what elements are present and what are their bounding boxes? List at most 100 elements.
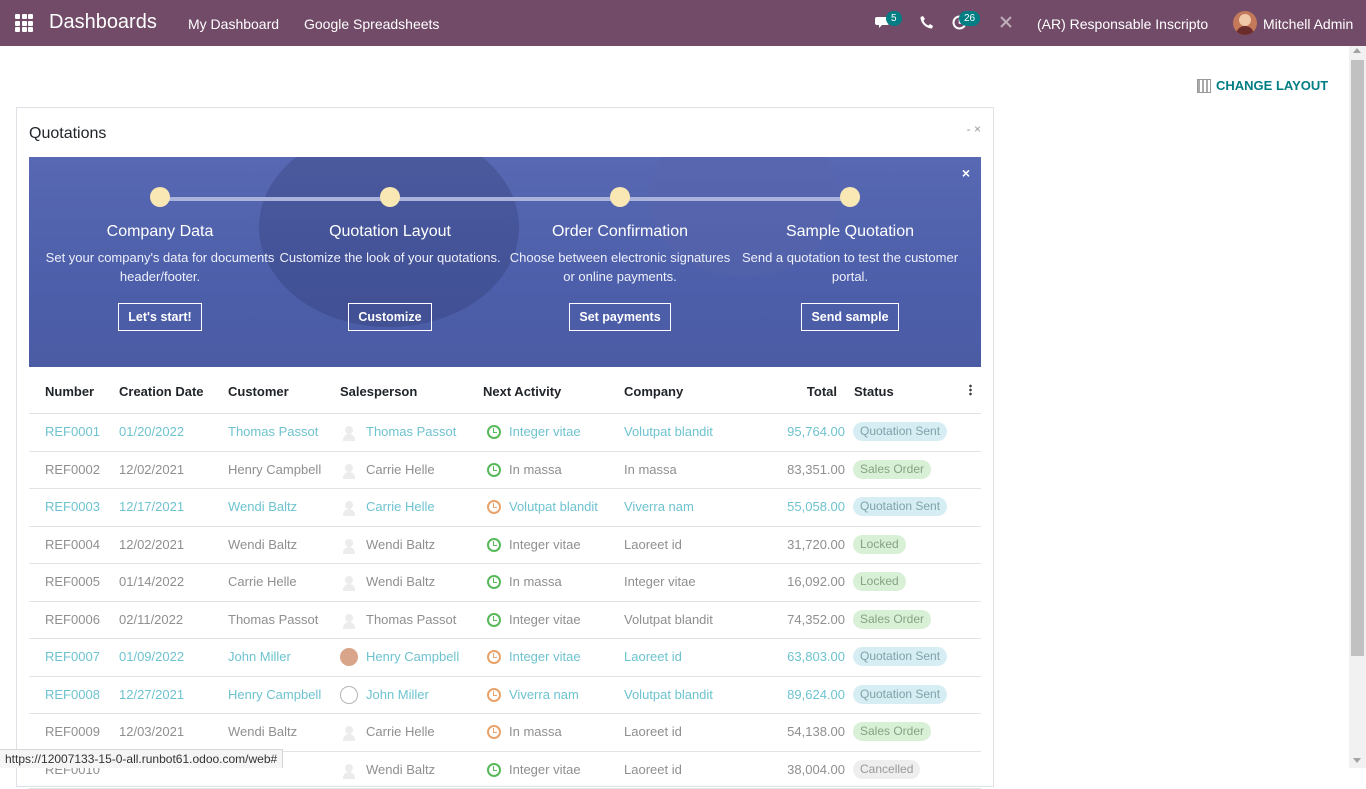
cell-total[interactable]: 54,138.00: [787, 724, 845, 739]
user-menu[interactable]: Mitchell Admin: [1263, 16, 1353, 32]
column-next-activity[interactable]: Next Activity: [483, 384, 561, 399]
set-payments-button[interactable]: Set payments: [569, 303, 670, 331]
app-title[interactable]: Dashboards: [49, 11, 157, 34]
activity-clock-icon[interactable]: [487, 500, 501, 514]
cell-creation-date[interactable]: 01/20/2022: [119, 424, 184, 439]
cell-creation-date[interactable]: 01/09/2022: [119, 649, 184, 664]
cell-number[interactable]: REF0007: [45, 649, 100, 664]
table-row[interactable]: REF0003 12/17/2021 Wendi Baltz Carrie Helle…: [29, 489, 981, 527]
activity-clock-icon[interactable]: [487, 725, 501, 739]
activity-clock-icon[interactable]: [487, 613, 501, 627]
table-row[interactable]: REF000912/03/2021Wendi BaltzCarrie Helle…: [29, 714, 981, 752]
table-row[interactable]: REF0006 02/11/2022 Thomas Passot Thomas Pas…: [29, 602, 981, 640]
panel-title[interactable]: Quotations: [29, 125, 106, 143]
activity-clock-icon[interactable]: [487, 763, 501, 777]
cell-creation-date[interactable]: 12/02/2021: [119, 537, 184, 552]
cell-salesperson[interactable]: Carrie Helle: [366, 499, 435, 514]
cell-company[interactable]: Volutpat blandit: [624, 687, 713, 702]
column-salesperson[interactable]: Salesperson: [340, 384, 417, 399]
cell-total[interactable]: 83,351.00: [787, 462, 845, 477]
cell-number[interactable]: REF0004: [45, 537, 100, 552]
optional-columns-icon[interactable]: [969, 384, 972, 396]
table-row[interactable]: REF0008 12/27/2021 Henry Campbell John Mill…: [29, 677, 981, 715]
cell-customer[interactable]: Wendi Baltz: [228, 724, 297, 739]
step-title[interactable]: Sample Quotation: [735, 223, 965, 241]
column-creation-date[interactable]: Creation Date: [119, 384, 204, 399]
cell-creation-date[interactable]: 01/14/2022: [119, 574, 184, 589]
cell-customer[interactable]: Henry Campbell: [228, 687, 321, 702]
cell-next-activity[interactable]: In massa: [509, 724, 562, 739]
step-title[interactable]: Order Confirmation: [505, 223, 735, 241]
cell-customer[interactable]: Thomas Passot: [228, 612, 318, 627]
cell-total[interactable]: 16,092.00: [787, 574, 845, 589]
user-avatar[interactable]: [1233, 11, 1257, 35]
cell-number[interactable]: REF0003: [45, 499, 100, 514]
lets-start-button[interactable]: Let's start!: [118, 303, 201, 331]
cell-creation-date[interactable]: 12/17/2021: [119, 499, 184, 514]
cell-total[interactable]: 89,624.00: [787, 687, 845, 702]
activity-clock-icon[interactable]: [487, 575, 501, 589]
cell-salesperson[interactable]: John Miller: [366, 687, 429, 702]
scroll-down-arrow-icon[interactable]: [1353, 758, 1361, 763]
cell-total[interactable]: 74,352.00: [787, 612, 845, 627]
cell-company[interactable]: Volutpat blandit: [624, 612, 713, 627]
cell-salesperson[interactable]: Thomas Passot: [366, 612, 456, 627]
send-sample-button[interactable]: Send sample: [801, 303, 898, 331]
cell-salesperson[interactable]: Wendi Baltz: [366, 762, 435, 777]
phone-icon[interactable]: [920, 15, 934, 32]
banner-close-icon[interactable]: ×: [962, 165, 970, 181]
activity-clock-icon[interactable]: [487, 538, 501, 552]
column-total[interactable]: Total: [807, 384, 837, 399]
cell-company[interactable]: Viverra nam: [624, 499, 694, 514]
apps-menu-icon[interactable]: [15, 14, 33, 32]
cell-customer[interactable]: John Miller: [228, 649, 291, 664]
cell-salesperson[interactable]: Wendi Baltz: [366, 537, 435, 552]
menu-google-spreadsheets[interactable]: Google Spreadsheets: [304, 16, 439, 32]
cell-salesperson[interactable]: Henry Campbell: [366, 649, 459, 664]
cell-salesperson[interactable]: Thomas Passot: [366, 424, 456, 439]
cell-company[interactable]: In massa: [624, 462, 677, 477]
cell-company[interactable]: Laoreet id: [624, 762, 682, 777]
cell-next-activity[interactable]: In massa: [509, 574, 562, 589]
change-layout-button[interactable]: CHANGE LAYOUT: [1197, 78, 1328, 93]
scroll-up-arrow-icon[interactable]: [1353, 48, 1361, 53]
cell-company[interactable]: Integer vitae: [624, 574, 696, 589]
cell-total[interactable]: 63,803.00: [787, 649, 845, 664]
table-row[interactable]: REF0005 01/14/2022 Carrie Helle Wendi Baltz…: [29, 564, 981, 602]
column-customer[interactable]: Customer: [228, 384, 289, 399]
cell-next-activity[interactable]: Integer vitae: [509, 612, 581, 627]
cell-next-activity[interactable]: Integer vitae: [509, 537, 581, 552]
cell-creation-date[interactable]: 02/11/2022: [119, 612, 183, 627]
cell-number[interactable]: REF0005: [45, 574, 100, 589]
cell-number[interactable]: REF0001: [45, 424, 100, 439]
table-row[interactable]: REF000212/02/2021Henry CampbellCarrie He…: [29, 452, 981, 490]
step-title[interactable]: Quotation Layout: [275, 223, 505, 241]
cell-salesperson[interactable]: Carrie Helle: [366, 724, 435, 739]
activity-clock-icon[interactable]: [487, 425, 501, 439]
cell-salesperson[interactable]: Wendi Baltz: [366, 574, 435, 589]
cell-number[interactable]: REF0008: [45, 687, 100, 702]
debug-tools-icon[interactable]: [999, 15, 1013, 32]
column-status[interactable]: Status: [854, 384, 894, 399]
activity-clock-icon[interactable]: [487, 688, 501, 702]
cell-number[interactable]: REF0006: [45, 612, 100, 627]
menu-my-dashboard[interactable]: My Dashboard: [188, 16, 279, 32]
cell-company[interactable]: Volutpat blandit: [624, 424, 713, 439]
cell-creation-date[interactable]: 12/02/2021: [119, 462, 184, 477]
cell-creation-date[interactable]: 12/27/2021: [119, 687, 184, 702]
cell-salesperson[interactable]: Carrie Helle: [366, 462, 435, 477]
cell-customer[interactable]: Wendi Baltz: [228, 499, 297, 514]
cell-customer[interactable]: Thomas Passot: [228, 424, 318, 439]
cell-total[interactable]: 55,058.00: [787, 499, 845, 514]
column-number[interactable]: Number: [45, 384, 94, 399]
table-row[interactable]: REF0007 01/09/2022 John Miller Henry Campbe…: [29, 639, 981, 677]
cell-next-activity[interactable]: Integer vitae: [509, 762, 581, 777]
cell-next-activity[interactable]: In massa: [509, 462, 562, 477]
cell-customer[interactable]: Carrie Helle: [228, 574, 297, 589]
company-switcher[interactable]: (AR) Responsable Inscripto: [1037, 16, 1208, 32]
cell-creation-date[interactable]: 12/03/2021: [119, 724, 184, 739]
activity-clock-icon[interactable]: [487, 463, 501, 477]
column-company[interactable]: Company: [624, 384, 683, 399]
cell-total[interactable]: 38,004.00: [787, 762, 845, 777]
cell-customer[interactable]: Wendi Baltz: [228, 537, 297, 552]
